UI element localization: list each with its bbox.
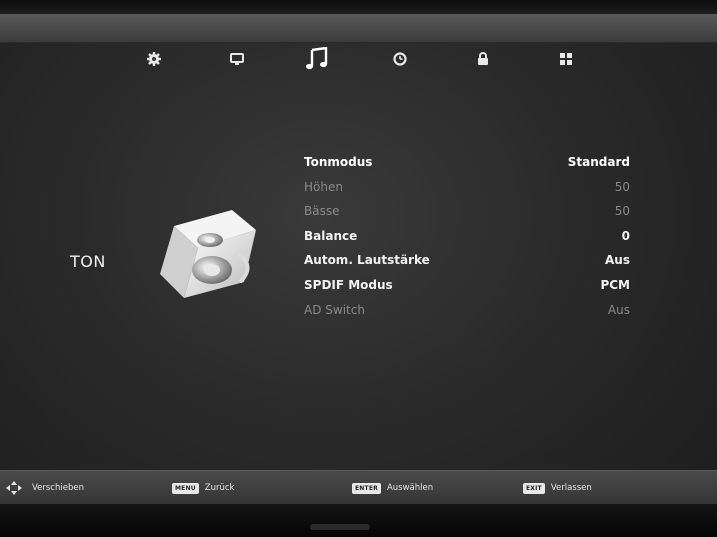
hint-select-label: Auswählen: [386, 483, 434, 493]
tab-picture[interactable]: [139, 44, 169, 74]
monitor-icon: [230, 53, 244, 65]
menu-label: AD Switch: [304, 302, 365, 317]
menu-row-autom-lautstaerke[interactable]: Autom. Lautstärke Aus: [304, 248, 644, 273]
menu-label: Bässe: [304, 204, 340, 219]
hint-exit-label: Verlassen: [550, 483, 592, 493]
section-title: TON: [70, 252, 106, 271]
menu-label: Autom. Lautstärke: [304, 253, 430, 268]
speaker-icon: [152, 208, 264, 308]
hint-move: Verschieben: [6, 471, 84, 505]
hint-back-label: Zurück: [204, 483, 235, 493]
bezel-logo-mark: [310, 524, 370, 530]
menu-value: PCM: [600, 277, 630, 292]
tab-time[interactable]: [385, 44, 415, 74]
bottom-bezel: [0, 504, 717, 537]
clock-icon: [393, 52, 407, 66]
tab-lock[interactable]: [468, 44, 498, 74]
menu-value: Aus: [605, 253, 630, 268]
tab-channel[interactable]: [222, 44, 252, 74]
menu-label: Balance: [304, 228, 358, 243]
music-note-icon: [306, 47, 328, 70]
top-bar: [0, 14, 717, 43]
menu-value: 50: [614, 204, 630, 219]
sound-menu: Tonmodus Standard Höhen 50 Bässe 50 Bala…: [304, 150, 644, 322]
footer-hint-bar: Verschieben MENU Zurück ENTER Auswählen …: [0, 470, 717, 505]
menu-value: Aus: [607, 302, 630, 317]
menu-row-hoehen: Höhen 50: [304, 175, 644, 200]
tab-setup[interactable]: [551, 44, 581, 74]
gear-icon: [147, 52, 161, 66]
hint-select: ENTER Auswählen: [352, 471, 433, 505]
menu-label: Höhen: [304, 179, 343, 194]
menu-label: Tonmodus: [304, 155, 373, 169]
dpad-icon: [6, 481, 22, 495]
lock-icon: [478, 52, 488, 65]
top-bezel: [0, 0, 717, 14]
enter-key: ENTER: [352, 482, 381, 494]
hint-exit: EXIT Verlassen: [523, 471, 592, 505]
menu-value: 0: [621, 228, 630, 243]
grid-icon: [560, 53, 572, 65]
menu-row-baesse: Bässe 50: [304, 199, 644, 224]
exit-key: EXIT: [523, 482, 545, 494]
menu-label: SPDIF Modus: [304, 277, 393, 292]
menu-key: MENU: [172, 482, 199, 494]
menu-row-ad-switch: AD Switch Aus: [304, 298, 644, 323]
menu-row-balance[interactable]: Balance 0: [304, 224, 644, 249]
tab-sound[interactable]: [302, 44, 332, 74]
category-tabs: [0, 44, 717, 78]
menu-row-spdif-modus[interactable]: SPDIF Modus PCM: [304, 273, 644, 298]
hint-move-label: Verschieben: [32, 483, 84, 493]
menu-value: 50: [614, 179, 630, 194]
menu-row-tonmodus[interactable]: Tonmodus Standard: [304, 150, 644, 175]
hint-back: MENU Zurück: [172, 471, 234, 505]
menu-value: Standard: [567, 155, 630, 169]
